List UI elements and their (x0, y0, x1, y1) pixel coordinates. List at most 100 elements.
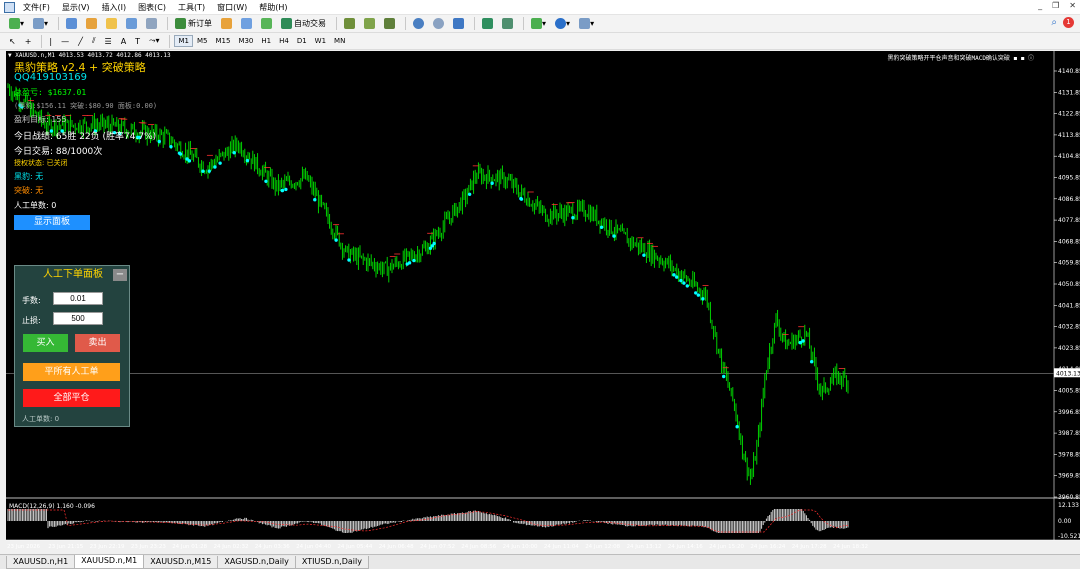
timeframe-h4[interactable]: H4 (275, 35, 293, 47)
price-chart[interactable]: 4140.85 4131.85 4122.85 4113.85 4104.85 4095.… (6, 51, 1080, 550)
timeframe-mn[interactable]: MN (330, 35, 349, 47)
lots-input[interactable] (53, 292, 103, 305)
market-button[interactable] (258, 17, 275, 31)
profiles-button[interactable]: ▾ (30, 17, 51, 31)
close-manual-button[interactable]: 平所有人工单 (23, 363, 120, 381)
tab-xauusd-h1[interactable]: XAUUSD.n,H1 (6, 556, 76, 569)
new-chart-button[interactable]: ▾ (6, 17, 27, 31)
time-label: 24 Jun 18:32 (833, 544, 868, 550)
timeframe-d1[interactable]: D1 (293, 35, 311, 47)
crosshair-button[interactable]: + (22, 34, 35, 48)
equidistant-channel-button[interactable]: ⫽ (89, 34, 99, 48)
tester-button[interactable] (143, 17, 160, 31)
today-trades: 今日交易: 88/1000次 (14, 147, 103, 157)
time-label: 24 Jun 15:20 (709, 544, 744, 550)
timeframe-h1[interactable]: H1 (257, 35, 275, 47)
buy-marker (735, 425, 739, 429)
manual-order-panel: 人工下单面板 − 手数: 止损: 买入 卖出 平所有人工单 全部平仓 人工单数:… (14, 265, 130, 427)
fibonacci-button[interactable]: ☰ (102, 34, 115, 48)
time-label: 24 Jun 17:28 (792, 544, 827, 550)
menu-chart[interactable]: 图表(C) (138, 2, 166, 13)
tile-windows-button[interactable] (450, 17, 467, 31)
buy-marker (334, 238, 338, 242)
auto-trade-button[interactable]: 自动交易 (278, 17, 329, 31)
qq-contact: QQ419103169 (14, 72, 88, 83)
time-label: 23 Jun 2026 (7, 544, 41, 550)
line-chart-button[interactable] (381, 17, 398, 31)
macd-scale-label: 0.00 (1058, 518, 1072, 525)
zoom-out-icon (433, 18, 445, 29)
timeframe-m15[interactable]: M15 (211, 35, 234, 47)
terminal-button[interactable] (123, 17, 140, 31)
menu-view[interactable]: 显示(V) (62, 2, 90, 13)
buy-marker (280, 188, 284, 193)
time-label: 23 Jun 21:15 (48, 544, 83, 550)
timeframe-m1[interactable]: M1 (174, 35, 193, 47)
indicators-button[interactable]: ▾ (528, 17, 549, 31)
buy-marker (519, 197, 524, 201)
auto-trade-label: 自动交易 (294, 19, 327, 28)
restore-icon[interactable]: ❐ (1052, 1, 1059, 10)
menu-tools[interactable]: 工具(T) (178, 2, 205, 13)
sell-button[interactable]: 卖出 (75, 334, 120, 352)
vertical-line-button[interactable]: | (46, 34, 55, 48)
auth-status: 授权状态: 已关闭 (14, 159, 68, 167)
tab-xauusd-m1[interactable]: XAUUSD.n,M1 (74, 555, 145, 569)
zoom-in-button[interactable] (410, 17, 427, 31)
app-icon (4, 1, 15, 13)
stop-loss-input[interactable] (53, 312, 103, 325)
navigator-button[interactable] (103, 17, 120, 31)
data-window-button[interactable] (83, 17, 100, 31)
timeframe-m5[interactable]: M5 (193, 35, 212, 47)
buy-button[interactable]: 买入 (23, 334, 68, 352)
close-icon[interactable]: ✕ (1069, 1, 1076, 10)
metaeditor-button[interactable] (218, 17, 235, 31)
minimize-icon[interactable]: _ (1038, 1, 1042, 10)
buy-marker (207, 169, 211, 173)
trendline-button[interactable]: ╱ (75, 34, 86, 48)
buy-marker (672, 273, 676, 277)
candle-chart-button[interactable] (361, 17, 378, 31)
menu-file[interactable]: 文件(F) (23, 2, 50, 13)
time-label: 24 Jun 05:44 (337, 544, 372, 550)
menu-window[interactable]: 窗口(W) (217, 2, 247, 13)
candle-chart-icon (364, 18, 376, 29)
horizontal-line-button[interactable]: — (58, 34, 72, 48)
zoom-out-button[interactable] (430, 17, 447, 31)
timeframe-m30[interactable]: M30 (234, 35, 257, 47)
arrows-button[interactable]: ⤳▾ (146, 34, 162, 48)
time-label: 24 Jun 10:00 (503, 544, 538, 550)
time-label: 24 Jun 08:56 (461, 544, 496, 550)
autoscroll-icon (482, 18, 494, 29)
bar-chart-button[interactable] (341, 17, 358, 31)
data-window-icon (86, 18, 98, 29)
panel-minimize-button[interactable]: − (113, 269, 127, 281)
templates-button[interactable]: ▾ (576, 17, 597, 31)
menu-help[interactable]: 帮助(H) (259, 2, 287, 13)
buy-marker (213, 165, 217, 169)
periods-button[interactable]: ▾ (552, 17, 573, 31)
search-icon[interactable]: ⌕ (1051, 17, 1057, 28)
timeframe-w1[interactable]: W1 (311, 35, 330, 47)
buy-marker (467, 192, 472, 196)
notification-icon[interactable]: 1 (1063, 17, 1074, 28)
buy-marker (405, 262, 409, 266)
market-watch-button[interactable] (63, 17, 80, 31)
new-order-button[interactable]: 新订单 (172, 17, 215, 31)
menu-insert[interactable]: 插入(I) (102, 2, 127, 13)
autoscroll-button[interactable] (479, 17, 496, 31)
close-all-button[interactable]: 全部平仓 (23, 389, 120, 407)
show-panel-button[interactable]: 显示面板 (14, 215, 90, 230)
text-label-button[interactable]: T (132, 34, 143, 48)
auto-trade-icon (281, 18, 293, 29)
time-label: 24 Jun 04:40 (296, 544, 331, 550)
signals-button[interactable] (238, 17, 255, 31)
chart-shift-button[interactable] (499, 17, 516, 31)
tab-xtiusd-daily[interactable]: XTIUSD.n,Daily (294, 556, 369, 569)
tile-icon (453, 18, 465, 29)
buy-marker (313, 197, 317, 202)
tab-xagusd-daily[interactable]: XAGUSD.n,Daily (217, 556, 296, 569)
cursor-button[interactable]: ↖ (6, 34, 19, 48)
text-button[interactable]: A (118, 34, 129, 48)
tab-xauusd-m15[interactable]: XAUUSD.n,M15 (143, 556, 219, 569)
